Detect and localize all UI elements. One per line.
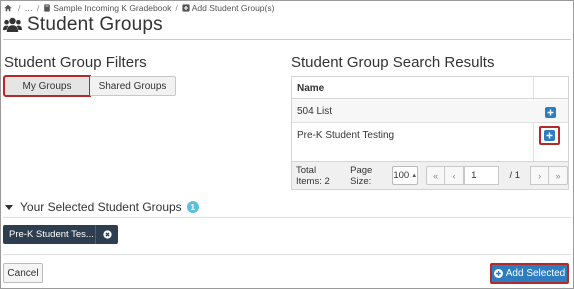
selected-group-chip: Pre-K Student Tes... — [3, 225, 118, 244]
row-name: 504 List — [297, 106, 333, 117]
pager: Total Items: 2 Page Size: 100 ▲ « ‹ 1 / … — [292, 161, 569, 189]
spinner-icon: ▲ — [411, 172, 418, 179]
filters-heading: Student Group Filters — [4, 54, 147, 71]
column-header-name[interactable]: Name — [297, 83, 324, 94]
plus-icon — [547, 109, 554, 116]
breadcrumb-separator: / — [175, 3, 178, 13]
plus-circle-icon — [493, 269, 503, 278]
page-size-label: Page Size: — [350, 164, 373, 187]
page-size-value: 100 — [393, 170, 410, 181]
cancel-button[interactable]: Cancel — [3, 263, 43, 283]
selected-count-badge: 1 — [186, 201, 199, 213]
breadcrumb-current-label: Add Student Group(s) — [191, 3, 275, 13]
table-header: Name — [292, 77, 568, 99]
divider — [3, 254, 571, 255]
filter-tabs: My Groups Shared Groups — [3, 75, 176, 97]
selected-groups-heading: Your Selected Student Groups — [20, 200, 182, 214]
selected-groups-toggle[interactable]: Your Selected Student Groups 1 — [5, 200, 199, 214]
divider — [3, 39, 571, 40]
home-icon — [4, 4, 12, 12]
table-row: Pre-K Student Testing — [292, 124, 568, 147]
row-name: Pre-K Student Testing — [297, 130, 395, 141]
page-size-select[interactable]: 100 ▲ — [392, 166, 419, 185]
results-table: Name 504 List Pre-K Student Testing Tota… — [291, 76, 569, 190]
plus-square-icon — [182, 4, 190, 12]
prev-page-button[interactable]: ‹ — [445, 166, 465, 185]
results-heading: Student Group Search Results — [291, 54, 495, 71]
total-items: Total Items: 2 — [296, 164, 330, 187]
users-icon — [3, 17, 22, 32]
chip-label: Pre-K Student Tes... — [9, 229, 94, 240]
add-group-button[interactable] — [545, 107, 556, 118]
page-number-input[interactable]: 1 — [464, 166, 500, 185]
add-selected-button[interactable]: Add Selected — [490, 263, 569, 284]
last-page-button[interactable]: » — [549, 166, 569, 185]
divider — [3, 217, 571, 218]
page-count: / 1 — [509, 170, 520, 181]
breadcrumb-separator: / — [36, 3, 40, 13]
next-page-button[interactable]: › — [530, 166, 550, 185]
breadcrumb-current: Add Student Group(s) — [182, 3, 275, 13]
plus-icon — [546, 132, 553, 139]
my-groups-button[interactable]: My Groups — [3, 75, 91, 97]
breadcrumb-separator: / — [18, 3, 21, 13]
breadcrumb-ellipsis[interactable]: … — [24, 3, 33, 13]
add-group-button[interactable] — [544, 130, 555, 141]
add-selected-label: Add Selected — [505, 268, 566, 279]
remove-chip-button[interactable] — [96, 230, 118, 239]
breadcrumb-home[interactable] — [4, 4, 14, 12]
breadcrumb-gradebook-label: Sample Incoming K Gradebook — [53, 3, 172, 13]
add-group-highlight — [539, 126, 560, 145]
book-icon — [44, 4, 51, 12]
page-title: Student Groups — [3, 13, 163, 37]
shared-groups-button[interactable]: Shared Groups — [90, 76, 176, 96]
first-page-button[interactable]: « — [426, 166, 446, 185]
table-row: 504 List — [292, 100, 568, 123]
close-circle-icon — [102, 230, 112, 239]
caret-down-icon — [5, 204, 13, 210]
page-title-text: Student Groups — [27, 14, 163, 35]
breadcrumb-gradebook[interactable]: Sample Incoming K Gradebook — [43, 3, 171, 13]
